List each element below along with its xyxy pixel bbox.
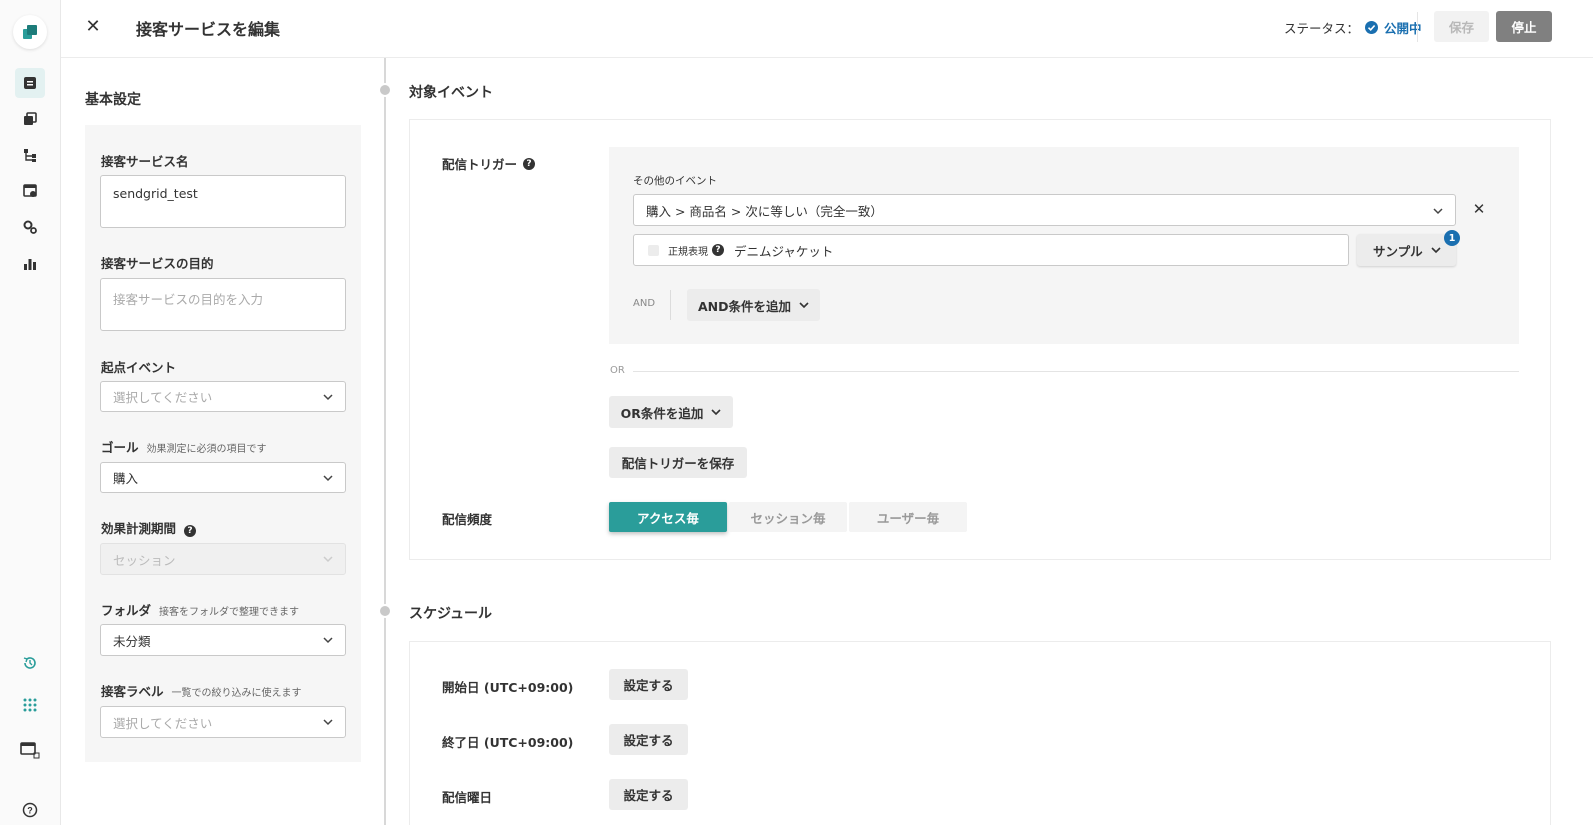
folder-select[interactable]: 未分類 [100,624,346,656]
goal-select[interactable]: 購入 [100,462,346,493]
data-icon[interactable] [15,176,45,206]
check-circle-icon [1365,21,1379,34]
timeline-line [384,58,386,825]
chevron-down-icon [799,302,809,309]
period-select: セッション [100,543,346,575]
and-label: AND [633,298,656,309]
chevron-down-icon [323,719,333,726]
regex-checkbox[interactable] [648,244,659,256]
chevron-down-icon [323,474,333,481]
set-start-date-button[interactable]: 設定する [609,669,688,700]
end-date-label: 終了日 (UTC+09:00) [442,735,574,750]
help-icon[interactable]: ? [184,525,197,537]
condition-value: デニムジャケット [734,243,834,259]
start-date-label: 開始日 (UTC+09:00) [442,680,574,695]
help-icon[interactable]: ? [712,244,724,256]
status-label: ステータス： [1284,21,1360,36]
frequency-label: 配信頻度 [442,512,493,527]
stop-button[interactable]: 停止 [1496,11,1552,42]
page-header: ✕ 接客サービスを編集 ステータス： 公開中 保存 停止 [61,0,1593,58]
period-label: 効果計測期間? [101,518,197,537]
status-value: 公開中 [1384,21,1422,36]
origin-event-select[interactable]: 選択してください [100,381,346,412]
help-icon[interactable]: ? [15,795,45,825]
chevron-down-icon [1431,247,1441,254]
sample-count-badge: 1 [1444,230,1460,246]
header-divider [1417,12,1418,42]
schedule-title: スケジュール [409,606,493,622]
service-purpose-label: 接客サービスの目的 [101,256,214,271]
service-label-select[interactable]: 選択してください [100,706,346,738]
chevron-down-icon [323,637,333,644]
frequency-option-access[interactable]: アクセス毎 [609,502,727,532]
save-trigger-button[interactable]: 配信トリガーを保存 [609,447,747,478]
frequency-option-session[interactable]: セッション毎 [729,502,847,532]
remove-condition-icon[interactable]: ✕ [1471,200,1487,218]
chevron-down-icon [1433,208,1443,215]
copy-icon[interactable] [15,104,45,134]
save-button[interactable]: 保存 [1434,11,1489,42]
add-or-condition-button[interactable]: OR条件を追加 [609,396,733,428]
logo-icon[interactable] [13,15,47,49]
schedule-section [409,641,1551,825]
page-title: 接客サービスを編集 [136,20,281,39]
chevron-down-icon [711,409,721,416]
chevron-down-icon [323,556,333,563]
service-name-label: 接客サービス名 [101,154,189,169]
history-icon[interactable] [15,648,45,678]
timeline-dot [378,604,392,618]
regex-label: 正規表現 [668,246,708,258]
condition-value-input[interactable]: 正規表現 ? デニムジャケット [633,234,1349,266]
settings-icon[interactable] [15,212,45,242]
and-divider [670,290,671,320]
set-end-date-button[interactable]: 設定する [609,724,688,755]
window-icon[interactable] [15,735,45,765]
service-label-label: 接客ラベル 一覧での絞り込みに使えます [101,684,302,699]
sample-button[interactable]: サンプル [1357,234,1456,266]
service-purpose-input[interactable]: 接客サービスの目的を入力 [100,278,346,331]
weekday-label: 配信曜日 [442,790,493,805]
folder-label: フォルダ 接客をフォルダで整理できます [101,603,300,618]
basic-settings-title: 基本設定 [85,92,141,108]
other-event-label: その他のイベント [633,175,717,187]
sidebar-rail: ? [0,0,61,825]
or-label: OR [610,365,625,376]
target-event-title: 対象イベント [409,85,493,101]
set-weekday-button[interactable]: 設定する [609,779,688,810]
frequency-option-user[interactable]: ユーザー毎 [849,502,967,532]
flow-icon[interactable] [15,140,45,170]
apps-icon[interactable] [15,690,45,720]
svg-text:?: ? [27,806,33,816]
chevron-down-icon [323,393,333,400]
close-icon[interactable]: ✕ [83,16,103,37]
origin-event-label: 起点イベント [101,360,177,375]
timeline-dot [378,83,392,97]
status-indicator: ステータス： 公開中 [1284,18,1422,37]
or-divider [633,371,1519,372]
analytics-icon[interactable] [15,249,45,279]
trigger-label: 配信トリガー? [442,154,536,173]
goal-label: ゴール 効果測定に必須の項目です [101,440,267,455]
event-condition-select[interactable]: 購入 > 商品名 > 次に等しい（完全一致） [633,194,1456,226]
service-name-input[interactable]: sendgrid_test [100,175,346,228]
add-and-condition-button[interactable]: AND条件を追加 [687,289,820,321]
help-icon[interactable]: ? [523,157,536,170]
campaign-icon[interactable] [15,68,45,98]
